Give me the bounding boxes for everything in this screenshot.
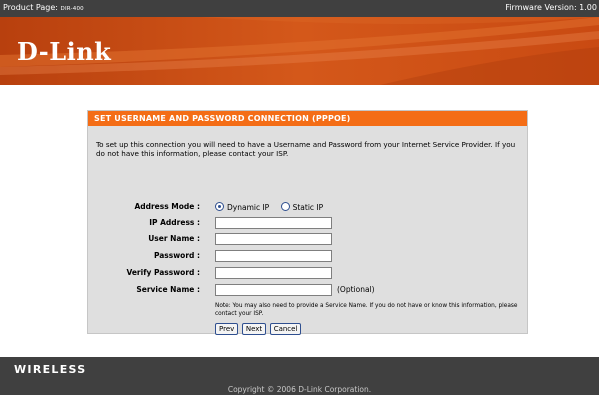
password-label: Password : [153,251,200,260]
next-button[interactable]: Next [241,323,267,335]
static-ip-radio[interactable] [280,202,290,211]
dynamic-ip-label: Dynamic IP [227,203,270,212]
wizard-buttons: Prev Next Cancel [215,323,302,335]
footer: WIRELESS Copyright © 2006 D-Link Corpora… [0,357,599,395]
service-name-label: Service Name : [136,285,200,294]
password-row: Password : [88,249,527,263]
user-name-label: User Name : [148,234,200,243]
cancel-button[interactable]: Cancel [269,323,302,335]
service-name-input[interactable] [215,284,332,296]
firmware-version: Firmware Version: 1.00 [505,3,597,12]
verify-password-row: Verify Password : [88,266,527,280]
wireless-brand: WIRELESS [14,363,87,376]
address-mode-label: Address Mode : [134,202,200,211]
top-bar: Product Page: DIR-400 Firmware Version: … [0,0,599,17]
user-name-row: User Name : [88,232,527,246]
verify-password-label: Verify Password : [126,268,200,277]
dynamic-ip-radio[interactable] [215,202,224,211]
password-input[interactable] [215,250,332,262]
ip-address-row: IP Address : [88,216,527,230]
address-mode-row: Address Mode : Dynamic IP Static IP [88,200,527,214]
static-ip-label: Static IP [292,203,324,212]
address-mode-options: Dynamic IP Static IP [215,202,332,212]
panel-title: SET USERNAME AND PASSWORD CONNECTION (PP… [88,111,527,126]
main-content: SET USERNAME AND PASSWORD CONNECTION (PP… [0,85,599,357]
service-name-note: Note: You may also need to provide a Ser… [215,303,518,317]
product-page-label: Product Page: DIR-400 [3,3,84,12]
product-model: DIR-400 [60,6,84,12]
service-name-row: Service Name : (Optional) [88,283,527,297]
dlink-logo: D-Link [17,37,112,66]
product-label: Product Page: [3,3,61,12]
prev-button[interactable]: Prev [215,323,239,335]
panel-description: To set up this connection you will need … [96,140,516,158]
copyright-text: Copyright © 2006 D-Link Corporation. [0,385,599,395]
banner: D-Link [0,17,599,85]
optional-hint: (Optional) [337,285,375,294]
ip-address-label: IP Address : [149,218,200,227]
verify-password-input[interactable] [215,267,332,279]
user-name-input[interactable] [215,233,332,245]
pppoe-panel: SET USERNAME AND PASSWORD CONNECTION (PP… [87,110,528,335]
ip-address-input[interactable] [215,217,332,229]
